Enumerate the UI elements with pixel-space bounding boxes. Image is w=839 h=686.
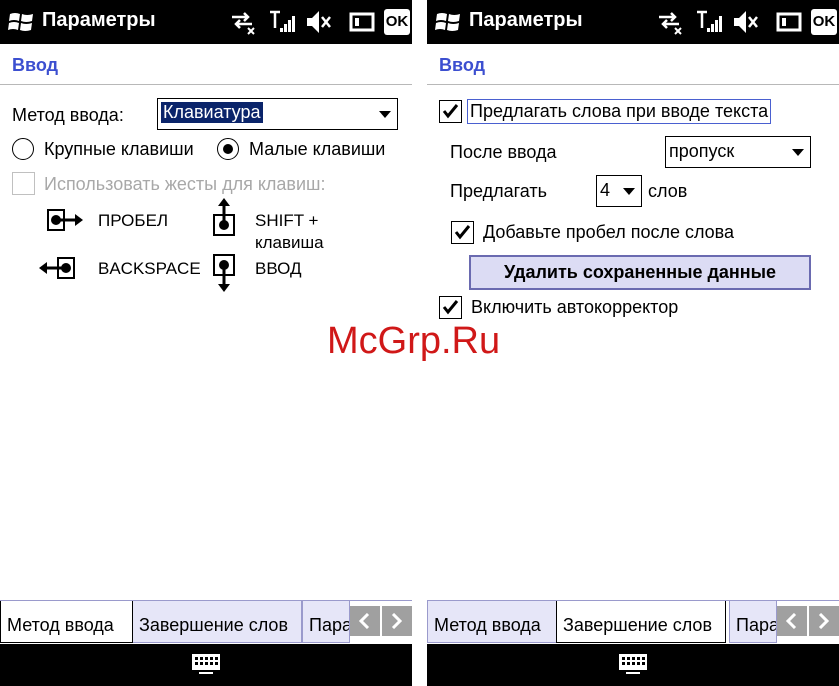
chevron-down-icon xyxy=(623,188,635,195)
autocorrect-label[interactable]: Включить автокорректор xyxy=(471,297,678,318)
chevron-left-icon xyxy=(785,613,797,629)
radio-small-keys[interactable] xyxy=(217,138,239,160)
gesture-backspace-label: BACKSPACE xyxy=(98,259,201,278)
volume-muted-icon[interactable] xyxy=(304,8,332,36)
tab-input-method[interactable]: Метод ввода xyxy=(0,601,133,643)
after-input-value: пропуск xyxy=(669,141,735,161)
tab-input-method[interactable]: Метод ввода xyxy=(427,601,557,643)
checkmark-icon xyxy=(454,225,471,240)
connectivity-icon[interactable] xyxy=(655,8,685,36)
watermark: McGrp.Ru xyxy=(327,320,501,362)
signal-strength-icon[interactable] xyxy=(268,8,296,36)
tab-word-completion[interactable]: Завершение слов xyxy=(556,601,726,643)
tab-scroll-left-button[interactable] xyxy=(777,606,807,636)
input-method-label: Метод ввода: xyxy=(12,105,124,125)
status-bar: Параметры OK xyxy=(427,0,839,44)
ok-button[interactable]: OK xyxy=(384,9,410,35)
ok-button[interactable]: OK xyxy=(811,9,837,35)
radio-selected-dot xyxy=(223,144,233,154)
gesture-shift-label-2: клавиша xyxy=(255,233,324,252)
status-title[interactable]: Параметры xyxy=(469,9,583,32)
keyboard-icon[interactable] xyxy=(191,653,221,675)
radio-large-keys-label[interactable]: Крупные клавиши xyxy=(44,139,194,160)
words-label: слов xyxy=(648,181,688,201)
gesture-space-label: ПРОБЕЛ xyxy=(98,211,169,230)
tab-scroll-left-button[interactable] xyxy=(350,606,380,636)
after-input-label: После ввода xyxy=(450,142,557,162)
shift-gesture-icon xyxy=(213,198,235,236)
battery-icon[interactable] xyxy=(775,8,803,36)
delete-saved-data-button[interactable]: Удалить сохраненные данные xyxy=(469,255,811,290)
tab-word-completion[interactable]: Завершение слов xyxy=(132,601,302,643)
suggest-words-checkbox[interactable] xyxy=(439,100,462,123)
signal-strength-icon[interactable] xyxy=(695,8,723,36)
tab-bar: Завершение слов Пара Метод ввода xyxy=(0,600,412,645)
tab-scroll-right-button[interactable] xyxy=(809,606,839,636)
suggest-count-dropdown[interactable]: 4 xyxy=(596,175,642,207)
backspace-gesture-icon xyxy=(39,257,75,279)
volume-muted-icon[interactable] xyxy=(731,8,759,36)
suggest-count-value: 4 xyxy=(600,180,611,200)
windows-start-icon[interactable] xyxy=(8,10,34,34)
input-method-value: Клавиатура xyxy=(161,102,263,123)
chevron-left-icon xyxy=(358,613,370,629)
tab-options[interactable]: Пара xyxy=(302,601,350,643)
add-space-label[interactable]: Добавьте пробел после слова xyxy=(483,222,734,243)
keyboard-icon[interactable] xyxy=(618,653,648,675)
suggest-count-label: Предлагать xyxy=(450,181,547,201)
gestures-checkbox-label: Использовать жесты для клавиш: xyxy=(44,174,326,194)
windows-start-icon[interactable] xyxy=(435,10,461,34)
tab-scroll-right-button[interactable] xyxy=(382,606,412,636)
chevron-down-icon xyxy=(792,149,804,156)
tab-bar: Метод ввода Пара Завершение слов xyxy=(427,600,839,645)
checkmark-icon xyxy=(442,104,459,119)
chevron-right-icon xyxy=(391,613,403,629)
status-bar: Параметры OK xyxy=(0,0,412,44)
battery-icon[interactable] xyxy=(348,8,376,36)
chevron-down-icon xyxy=(379,111,391,118)
page-heading: Ввод xyxy=(0,44,412,85)
radio-small-keys-label[interactable]: Малые клавиши xyxy=(249,139,385,160)
add-space-checkbox[interactable] xyxy=(451,221,474,244)
input-method-dropdown[interactable]: Клавиатура xyxy=(157,98,398,130)
tab-options[interactable]: Пара xyxy=(729,601,777,643)
enter-gesture-icon xyxy=(213,254,235,292)
gesture-enter-label: ВВОД xyxy=(255,259,302,278)
page-title: Ввод xyxy=(12,55,59,75)
gesture-shift-label: SHIFT + xyxy=(255,211,319,230)
status-title[interactable]: Параметры xyxy=(42,9,156,32)
gestures-checkbox[interactable] xyxy=(12,172,35,195)
radio-large-keys[interactable] xyxy=(12,138,34,160)
autocorrect-checkbox[interactable] xyxy=(439,296,462,319)
connectivity-icon[interactable] xyxy=(228,8,258,36)
suggest-words-label[interactable]: Предлагать слова при вводе текста xyxy=(467,99,772,124)
chevron-right-icon xyxy=(818,613,830,629)
checkmark-icon xyxy=(442,300,459,315)
bottom-menu-bar xyxy=(427,644,839,686)
page-heading: Ввод xyxy=(427,44,839,85)
after-input-dropdown[interactable]: пропуск xyxy=(665,136,811,168)
space-gesture-icon xyxy=(47,209,83,231)
bottom-menu-bar xyxy=(0,644,412,686)
page-title: Ввод xyxy=(439,55,486,75)
